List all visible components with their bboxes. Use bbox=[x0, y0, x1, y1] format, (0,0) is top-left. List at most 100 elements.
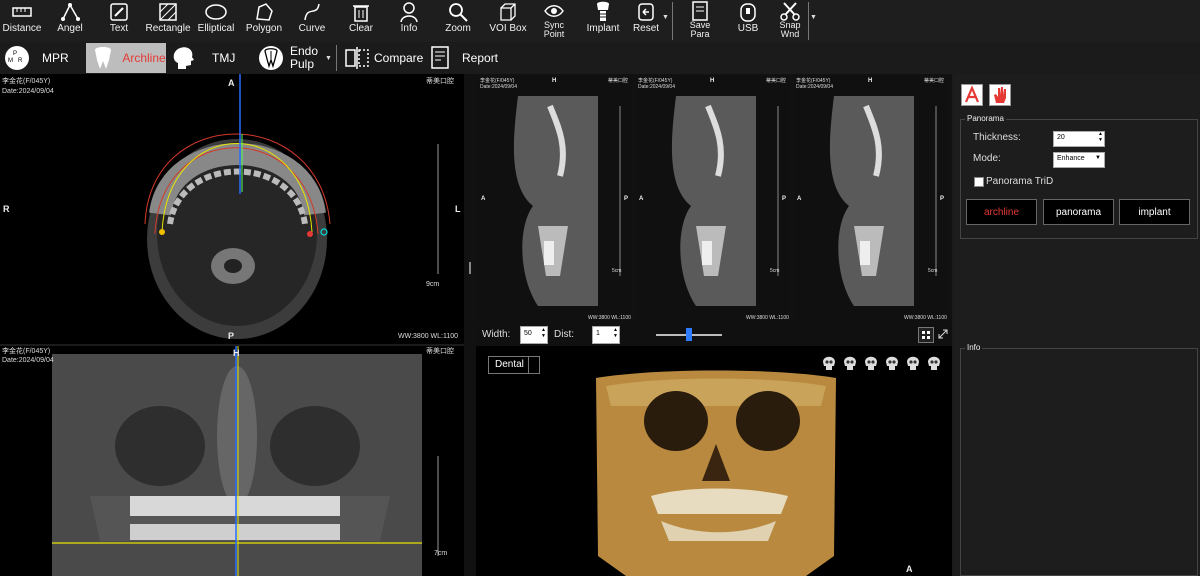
cross-section-slice[interactable]: 李金花(F/045Y) Date:2024/09/04 蒂美口腔 H A P 5cm WW:3… bbox=[794, 76, 948, 322]
archline-draw-button[interactable] bbox=[961, 84, 983, 106]
spin-arrows-icon: ▲ ▼ bbox=[541, 327, 546, 339]
clinic-name: 蒂美口腔 bbox=[608, 78, 629, 84]
text-tool-button[interactable]: Text bbox=[100, 0, 138, 42]
patient-name: 李金花(F/045Y) bbox=[2, 78, 51, 85]
clinic-name: 蒂美口腔 bbox=[766, 78, 787, 84]
distance-tool-button[interactable]: Distance bbox=[0, 0, 44, 42]
polygon-tool-button[interactable]: Polygon bbox=[244, 0, 284, 42]
mode-tmj-button[interactable]: TMJ bbox=[170, 43, 244, 73]
study-date: Date:2024/09/04 bbox=[638, 84, 675, 90]
spin-arrows-icon: ▲ ▼ bbox=[1098, 131, 1103, 143]
reset-dropdown-arrow[interactable]: ▼ bbox=[662, 14, 669, 21]
ellipse-icon bbox=[205, 4, 227, 20]
implant-icon bbox=[597, 1, 609, 21]
grid-layout-button[interactable] bbox=[918, 327, 934, 343]
reset-tool-button[interactable]: Reset bbox=[632, 0, 660, 42]
3d-render-view[interactable]: Dental A bbox=[476, 346, 952, 576]
mode-report-button[interactable]: Report bbox=[428, 43, 508, 73]
cross-section-slice[interactable]: 李金花(F/045Y) Date:2024/09/04 蒂美口腔 H A P 5cm WW:3… bbox=[478, 76, 632, 322]
patient-name: 李金花(F/045Y) bbox=[480, 78, 515, 84]
orientation-left: A bbox=[639, 196, 644, 202]
panorama-trid-checkbox[interactable] bbox=[974, 177, 984, 187]
vertical-splitter[interactable] bbox=[464, 74, 476, 576]
orientation-top: H bbox=[710, 78, 715, 84]
svg-text:P: P bbox=[13, 51, 17, 57]
toolbar-more-arrow[interactable]: ▼ bbox=[810, 14, 817, 21]
report-icon bbox=[431, 46, 449, 69]
mode-divider bbox=[336, 45, 337, 71]
eye-sync-icon bbox=[544, 5, 564, 17]
orientation-bottom: P bbox=[228, 331, 235, 341]
hand-icon bbox=[994, 87, 1006, 103]
sync-point-tool-button[interactable]: Sync Point bbox=[536, 0, 572, 42]
maximize-button[interactable] bbox=[936, 327, 950, 341]
rectangle-tool-button[interactable]: Rectangle bbox=[144, 0, 192, 42]
thickness-spinbox[interactable]: 20 ▲ ▼ bbox=[1053, 131, 1105, 147]
window-level: WW:3800 WL:1100 bbox=[904, 315, 947, 321]
panoramic-view[interactable]: 李金花(F/045Y) Date:2024/09/04 蒂美口腔 H 7cm bbox=[0, 346, 464, 576]
thickness-label: Thickness: bbox=[973, 132, 1021, 143]
window-level: WW:3800 WL:1100 bbox=[746, 315, 789, 321]
splitter-handle[interactable] bbox=[469, 262, 471, 274]
orientation-bottom: A bbox=[906, 564, 913, 574]
width-label: Width: bbox=[482, 329, 511, 340]
angle-tool-button[interactable]: Angel bbox=[50, 0, 90, 42]
panoramic-ct-image bbox=[52, 346, 439, 576]
usb-tool-button[interactable]: USB bbox=[734, 0, 762, 42]
clinic-name: 蒂美口腔 bbox=[924, 78, 945, 84]
patient-name: 李金花(F/045Y) bbox=[796, 78, 831, 84]
orientation-right: P bbox=[624, 196, 629, 202]
polygon-icon bbox=[256, 3, 273, 21]
head-profile-icon bbox=[173, 47, 194, 69]
orientation-left: A bbox=[481, 196, 486, 202]
save-para-label: Save Para bbox=[689, 20, 711, 39]
voi-box-tool-button[interactable]: VOI Box bbox=[488, 0, 528, 42]
info-group-label: Info bbox=[965, 343, 983, 352]
scale-label: 5cm bbox=[928, 268, 938, 274]
right-panel: Panorama Thickness: 20 ▲ ▼ Mode: Enhance … bbox=[955, 74, 1200, 576]
orientation-left: A bbox=[797, 196, 802, 202]
compare-icon bbox=[345, 47, 369, 69]
cube-icon bbox=[500, 3, 516, 21]
curve-tool-button[interactable]: Curve bbox=[294, 0, 330, 42]
mode-select[interactable]: Enhance ▼ bbox=[1053, 152, 1105, 168]
panorama-trid-label: Panorama TriD bbox=[986, 176, 1054, 187]
trash-icon bbox=[353, 5, 369, 22]
snap-wnd-tool-button[interactable]: Snap Wnd bbox=[776, 0, 804, 42]
slice-slider-thumb[interactable] bbox=[686, 328, 692, 341]
sync-point-label: Sync Point bbox=[543, 20, 565, 39]
elliptical-tool-button[interactable]: Elliptical bbox=[196, 0, 236, 42]
text-pencil-icon bbox=[110, 3, 128, 21]
endo-dropdown-arrow[interactable]: ▼ bbox=[325, 55, 332, 62]
width-spinbox[interactable]: 50 ▲ ▼ bbox=[520, 326, 548, 344]
toolbar-divider bbox=[672, 2, 673, 40]
orientation-right: L bbox=[455, 204, 461, 214]
implant-button[interactable]: implant bbox=[1119, 199, 1190, 225]
hand-tool-button[interactable] bbox=[989, 84, 1011, 106]
mode-mpr-button[interactable]: PMR MPR bbox=[4, 43, 78, 73]
clear-tool-button[interactable]: Clear bbox=[344, 0, 378, 42]
sagittal-ct-image bbox=[478, 76, 632, 322]
clinic-name: 蒂美口腔 bbox=[426, 78, 454, 85]
dist-spinbox[interactable]: 1 ▲ ▼ bbox=[592, 326, 620, 344]
orientation-top: A bbox=[228, 78, 235, 88]
ruler-icon bbox=[12, 7, 32, 17]
archline-button[interactable]: archline bbox=[966, 199, 1037, 225]
save-para-tool-button[interactable]: Save Para bbox=[684, 0, 716, 42]
clinic-name: 蒂美口腔 bbox=[426, 348, 454, 355]
info-tool-button[interactable]: Info bbox=[394, 0, 424, 42]
mode-archline-button[interactable]: Archline bbox=[86, 43, 166, 73]
orientation-right: P bbox=[782, 196, 787, 202]
panorama-group-label: Panorama bbox=[965, 114, 1006, 123]
orientation-top: H bbox=[233, 348, 240, 358]
implant-tool-button[interactable]: Implant bbox=[586, 0, 620, 42]
panorama-button[interactable]: panorama bbox=[1043, 199, 1114, 225]
scale-label: 7cm bbox=[434, 550, 448, 557]
zoom-tool-button[interactable]: Zoom bbox=[442, 0, 474, 42]
orientation-right: P bbox=[940, 196, 945, 202]
axial-view[interactable]: 李金花(F/045Y) Date:2024/09/04 蒂美口腔 A R L P… bbox=[0, 74, 464, 344]
cross-section-slice[interactable]: 李金花(F/045Y) Date:2024/09/04 蒂美口腔 H A P 5cm WW:3… bbox=[636, 76, 790, 322]
study-date: Date:2024/09/04 bbox=[480, 84, 517, 90]
mode-compare-button[interactable]: Compare bbox=[344, 43, 424, 73]
dist-label: Dist: bbox=[554, 329, 574, 340]
